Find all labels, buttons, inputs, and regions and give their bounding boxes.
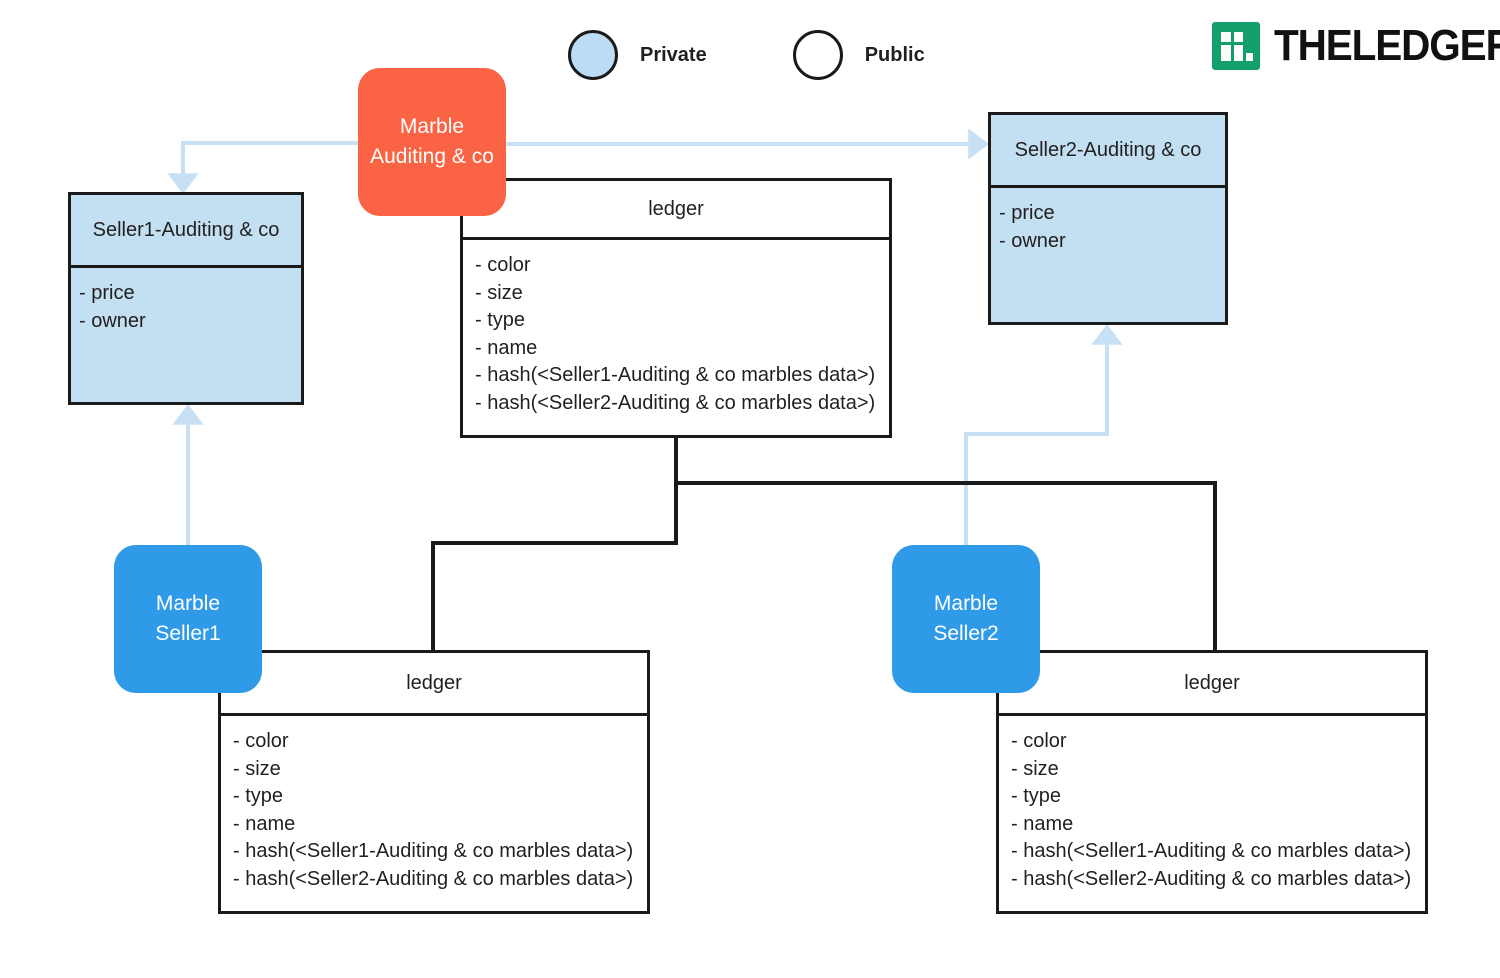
ledger-seller1-attributes: - color - size - type - name - hash(<Sel… xyxy=(221,713,647,914)
collection-seller1-private-title: Seller1-Auditing & co xyxy=(92,218,280,241)
attribute-row: - color xyxy=(233,730,289,752)
attribute-row: - name xyxy=(475,336,538,359)
collection-seller2-private-title: Seller2-Auditing & co xyxy=(1014,138,1202,161)
attribute-row: - price xyxy=(79,282,135,304)
legend-label-public: Public xyxy=(864,43,925,66)
attribute-row: - size xyxy=(475,281,523,304)
attribute-row: - owner xyxy=(79,309,146,332)
legend-label-private: Private xyxy=(640,43,707,66)
ledger-seller2[interactable]: ledger - color - size - type - name - ha… xyxy=(996,650,1428,914)
attribute-row: - hash(<Seller2-Auditing & co marbles da… xyxy=(1011,867,1412,890)
attribute-row: - type xyxy=(233,785,284,807)
empty-circle-icon xyxy=(792,30,843,80)
ledger-auditing-attributes: - color - size - type - name - hash(<Sel… xyxy=(463,237,889,438)
ledger-seller1-title: ledger xyxy=(406,671,462,694)
ledger-seller2-title: ledger xyxy=(1184,671,1240,694)
attribute-row: - size xyxy=(1011,757,1059,780)
attribute-row: - name xyxy=(1011,812,1074,835)
ledger-seller1[interactable]: ledger - color - size - type - name - ha… xyxy=(218,650,650,914)
attribute-row: - hash(<Seller1-Auditing & co marbles da… xyxy=(1011,840,1412,862)
peer-node-marble-seller1[interactable]: Marble Seller1 xyxy=(114,545,262,693)
attribute-row: - color xyxy=(475,254,531,276)
attribute-row: - type xyxy=(475,309,526,331)
ledger-logo-icon xyxy=(1212,22,1260,70)
peer-node-marble-seller2[interactable]: Marble Seller2 xyxy=(892,545,1040,693)
collection-seller2-private-attributes: - price - owner xyxy=(991,185,1225,325)
peer-node-marble-auditing[interactable]: Marble Auditing & co xyxy=(358,68,506,216)
collection-seller1-private[interactable]: Seller1-Auditing & co - price - owner xyxy=(68,192,304,405)
legend: Private Public xyxy=(568,30,925,80)
attribute-row: - type xyxy=(1011,785,1062,807)
brand-wordmark: THELEDGER. xyxy=(1274,21,1500,70)
attribute-row: - hash(<Seller1-Auditing & co marbles da… xyxy=(233,840,634,862)
attribute-row: - hash(<Seller1-Auditing & co marbles da… xyxy=(475,364,876,386)
legend-item-public: Public xyxy=(792,30,925,80)
ledger-auditing[interactable]: ledger - color - size - type - name - ha… xyxy=(460,178,892,438)
peer-auditing-line1: Marble xyxy=(399,115,465,138)
collection-seller1-private-attributes: - price - owner xyxy=(71,265,301,405)
brand-logo: THELEDGER. xyxy=(1212,22,1500,70)
connector-main-to-seller1-ledger xyxy=(431,483,678,650)
peer-seller1-line1: Marble xyxy=(155,592,221,615)
peer-auditing-line2: Auditing & co xyxy=(370,145,494,168)
diagram-canvas: Private Public THELEDGER. Marble Auditin… xyxy=(0,0,1500,978)
attribute-row: - name xyxy=(233,812,296,835)
legend-item-private: Private xyxy=(568,30,707,80)
ledger-seller2-attributes: - color - size - type - name - hash(<Sel… xyxy=(999,713,1425,914)
attribute-row: - size xyxy=(233,757,281,780)
peer-seller2-line2: Seller2 xyxy=(933,622,999,645)
peer-seller2-line1: Marble xyxy=(933,592,999,615)
attribute-row: - price xyxy=(999,202,1055,224)
attribute-row: - color xyxy=(1011,730,1067,752)
ledger-auditing-title: ledger xyxy=(648,197,704,220)
collection-seller2-private[interactable]: Seller2-Auditing & co - price - owner xyxy=(988,112,1228,325)
attribute-row: - hash(<Seller2-Auditing & co marbles da… xyxy=(233,867,634,890)
peer-seller1-line2: Seller1 xyxy=(155,622,221,645)
attribute-row: - owner xyxy=(999,229,1066,252)
filled-circle-icon xyxy=(568,30,618,80)
attribute-row: - hash(<Seller2-Auditing & co marbles da… xyxy=(475,391,876,414)
